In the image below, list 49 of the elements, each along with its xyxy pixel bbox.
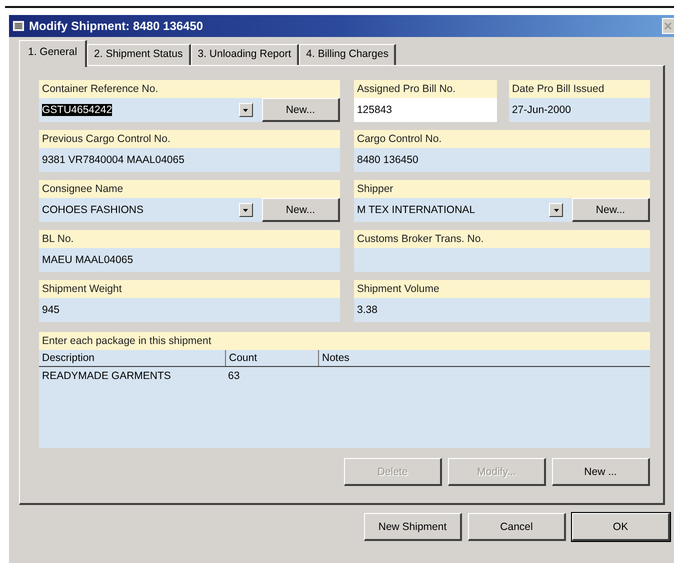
- app-icon: [13, 21, 24, 31]
- new-button[interactable]: New...: [262, 98, 340, 122]
- caret-icon[interactable]: [243, 108, 248, 112]
- field-label: BL No.: [39, 230, 340, 248]
- field-value: 125843: [356, 104, 392, 116]
- field-label: Assigned Pro Bill No.: [354, 80, 497, 98]
- field-label: Container Reference No.: [39, 80, 340, 98]
- input-field[interactable]: 125843: [354, 98, 497, 122]
- field-label: Cargo Control No.: [354, 130, 650, 148]
- tab[interactable]: 2. Shipment Status: [87, 44, 191, 65]
- new-button[interactable]: New...: [262, 198, 340, 222]
- field-label: Previous Cargo Control No.: [39, 130, 340, 148]
- window-title: Modify Shipment: 8480 136450: [29, 19, 204, 33]
- caret-icon[interactable]: [554, 208, 558, 212]
- field-value: 27-Jun-2000: [512, 104, 571, 116]
- package-button[interactable]: New ...: [552, 458, 650, 486]
- field-value: 3.38: [356, 304, 378, 316]
- table-cell-text: 63: [227, 369, 241, 384]
- field-label: Consignee Name: [39, 180, 340, 198]
- section-label: Enter each package in this shipment: [39, 332, 650, 350]
- dialog-button[interactable]: New Shipment: [364, 513, 462, 541]
- package-table[interactable]: Description Count Notes READYMADE GARMENTS 63: [39, 350, 650, 448]
- dropdown-button[interactable]: [549, 203, 563, 217]
- column-header[interactable]: Notes: [319, 350, 352, 366]
- field-label: Shipper: [354, 180, 650, 198]
- dropdown-button[interactable]: [238, 203, 253, 217]
- field-label: Customs Broker Trans. No.: [354, 230, 650, 248]
- table-cell-text: READYMADE GARMENTS: [41, 369, 172, 384]
- field-value: 945: [42, 304, 60, 316]
- field-label: Shipment Volume: [354, 280, 650, 298]
- field-value: 8480 136450: [356, 154, 418, 166]
- dialog-button[interactable]: OK: [572, 513, 670, 541]
- field-value: M TEX INTERNATIONAL: [356, 204, 476, 216]
- field-label: Date Pro Bill Issued: [508, 80, 650, 98]
- field-value: 9381 VR7840004 MAAL04065: [42, 154, 184, 166]
- tab[interactable]: 3. Unloading Report: [190, 44, 300, 65]
- dropdown-button[interactable]: [238, 103, 253, 117]
- field-label: Shipment Weight: [39, 280, 340, 298]
- tab[interactable]: 4. Billing Charges: [299, 44, 396, 65]
- field-value: MAEU MAAL04065: [42, 254, 134, 266]
- field-value: GSTU4654242: [42, 104, 112, 116]
- close-button[interactable]: [662, 18, 674, 34]
- column-header[interactable]: Description: [39, 350, 226, 366]
- dialog-button[interactable]: Cancel: [468, 513, 566, 541]
- new-button[interactable]: New...: [572, 198, 650, 222]
- caret-icon[interactable]: [243, 208, 248, 212]
- tab[interactable]: 1. General: [19, 40, 88, 67]
- column-header[interactable]: Count: [226, 350, 319, 366]
- field-value: COHOES FASHIONS: [42, 204, 144, 216]
